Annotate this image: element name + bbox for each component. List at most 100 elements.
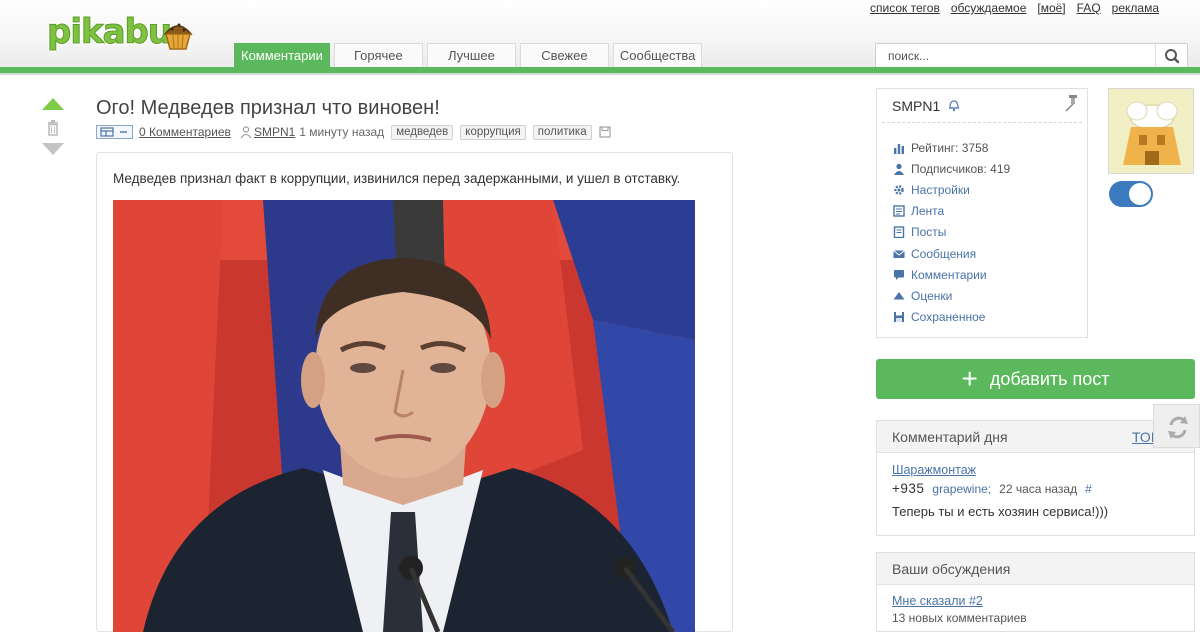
tags-list-link[interactable]: список тегов [870,1,940,15]
menu-comments-label: Комментарии [911,267,987,282]
person-icon [893,163,905,175]
discussions-body: Мне сказали #2 13 новых комментариев [877,594,1194,625]
menu-comments[interactable]: Комментарии [893,264,1010,285]
discussed-link[interactable]: обсуждаемое [951,1,1027,15]
trash-icon[interactable] [41,119,65,137]
menu-posts-label: Посты [911,225,947,240]
comment-author[interactable]: grapewine; [932,482,991,496]
header: pikabu список тегов обсуждаемое [моё] FA… [0,0,1200,74]
menu-settings-label: Настройки [911,182,970,197]
search-box [875,43,1188,69]
triangle-up-icon [893,290,905,302]
discussion-new-comments: 13 новых комментариев [892,611,1027,625]
profile-card: SMPN1 Рейтинг: 3758 Подписчиков: 419 Нас… [876,88,1088,338]
posts-icon [893,226,905,239]
post-author-link[interactable]: SMPN1 [254,125,295,139]
search-button[interactable] [1155,44,1187,68]
menu-subscribers: Подписчиков: 419 [893,158,1010,179]
pikabu-logo[interactable]: pikabu [46,12,193,54]
feed-icon [893,205,905,217]
save-icon[interactable] [598,125,612,139]
menu-rating: Рейтинг: 3758 [893,137,1010,158]
menu-posts[interactable]: Посты [893,222,1010,243]
comment-of-day-title: Комментарий дня [892,429,1008,445]
discussion-link[interactable]: Мне сказали #2 [892,594,1179,608]
floppy-icon [893,311,905,323]
layout-icon [100,127,127,137]
discussions-widget: Ваши обсуждения Мне сказали #2 13 новых … [876,552,1195,632]
refresh-icon [1168,416,1188,439]
view-mode-toggle[interactable] [96,125,133,139]
comment-permalink[interactable]: # [1085,482,1092,496]
ads-link[interactable]: реклама [1112,1,1159,15]
toggle-knob [1129,183,1151,205]
comment-of-day-body: Шаражмонтаж +935 grapewine; 22 часа наза… [877,463,1194,519]
menu-messages-label: Сообщения [911,246,977,261]
avatar[interactable] [1108,88,1194,174]
menu-messages[interactable]: Сообщения [893,243,1010,264]
search-input[interactable] [876,44,1156,68]
add-post-label: добавить пост [989,368,1110,389]
menu-settings[interactable]: Настройки [893,179,1010,200]
envelope-icon [893,248,905,260]
username-text[interactable]: SMPN1 [892,98,940,114]
menu-saved-label: Сохраненное [911,310,986,325]
theme-toggle[interactable] [1109,181,1153,207]
avatar-image [1109,89,1193,173]
tab-best[interactable]: Лучшее [426,43,516,67]
comment-of-day-widget: Комментарий дня ТОП Шаражмонтаж +935 gra… [876,420,1195,536]
bell-icon[interactable] [946,97,962,113]
main-nav: Комментарии Горячее Лучшее Свежее Сообще… [234,43,703,67]
post-meta: 0 Комментариев SMPN1 1 минуту назад медв… [96,124,612,140]
discussions-title: Ваши обсуждения [892,561,1011,577]
tag-politics[interactable]: политика [532,124,592,140]
discussions-header: Ваши обсуждения [877,553,1194,585]
post-image[interactable] [113,200,695,632]
menu-rating-label: Рейтинг: 3758 [911,140,989,155]
post-time: 1 минуту назад [299,125,385,139]
logo-text: pikabu [46,12,172,53]
comments-count-link[interactable]: 0 Комментариев [139,125,231,139]
pin-icon[interactable] [1061,93,1081,113]
upvote-icon[interactable] [41,97,65,111]
search-icon [1165,49,1180,64]
top-links: список тегов обсуждаемое [моё] FAQ рекла… [870,1,1159,15]
tag-corruption[interactable]: коррупция [460,124,526,140]
downvote-icon[interactable] [41,142,65,156]
profile-username: SMPN1 [892,97,962,114]
menu-ratings-label: Оценки [911,288,953,303]
add-post-button[interactable]: + добавить пост [876,359,1195,399]
menu-feed[interactable]: Лента [893,201,1010,222]
profile-divider [882,122,1082,123]
tab-new[interactable]: Свежее [519,43,609,67]
tab-hot[interactable]: Горячее [333,43,423,67]
menu-ratings[interactable]: Оценки [893,285,1010,306]
profile-menu: Рейтинг: 3758 Подписчиков: 419 Настройки… [893,137,1010,328]
bar-chart-icon [893,142,905,154]
menu-subscribers-label: Подписчиков: 419 [911,161,1011,176]
tab-comments[interactable]: Комментарии [234,43,330,67]
post-content: Медведев признал факт в коррупции, извин… [96,152,733,632]
faq-link[interactable]: FAQ [1077,1,1101,15]
comment-score: +935 [892,481,925,496]
user-icon [240,126,252,139]
tag-medvedev[interactable]: медведев [391,124,454,140]
comment-time: 22 часа назад [999,481,1078,496]
post-text: Медведев признал факт в коррупции, извин… [113,171,681,186]
muffin-icon [163,23,193,50]
header-divider [0,73,1200,75]
gear-icon [893,184,905,196]
comment-text: Теперь ты и есть хозяин сервиса!))) [892,504,1109,519]
comment-of-day-header: Комментарий дня ТОП [877,421,1194,453]
post-photo [113,200,695,632]
menu-saved[interactable]: Сохраненное [893,307,1010,328]
plus-icon: + [961,363,978,394]
menu-feed-label: Лента [911,204,945,219]
comment-meta: +935 grapewine; 22 часа назад # [892,481,1179,496]
refresh-button[interactable] [1153,404,1200,448]
comment-post-link[interactable]: Шаражмонтаж [892,463,1179,477]
post-title[interactable]: Ого! Медведев признал что виновен! [96,97,440,120]
tab-communities[interactable]: Сообщества [612,43,703,67]
comment-icon [893,269,905,281]
mine-link[interactable]: [моё] [1037,1,1065,15]
